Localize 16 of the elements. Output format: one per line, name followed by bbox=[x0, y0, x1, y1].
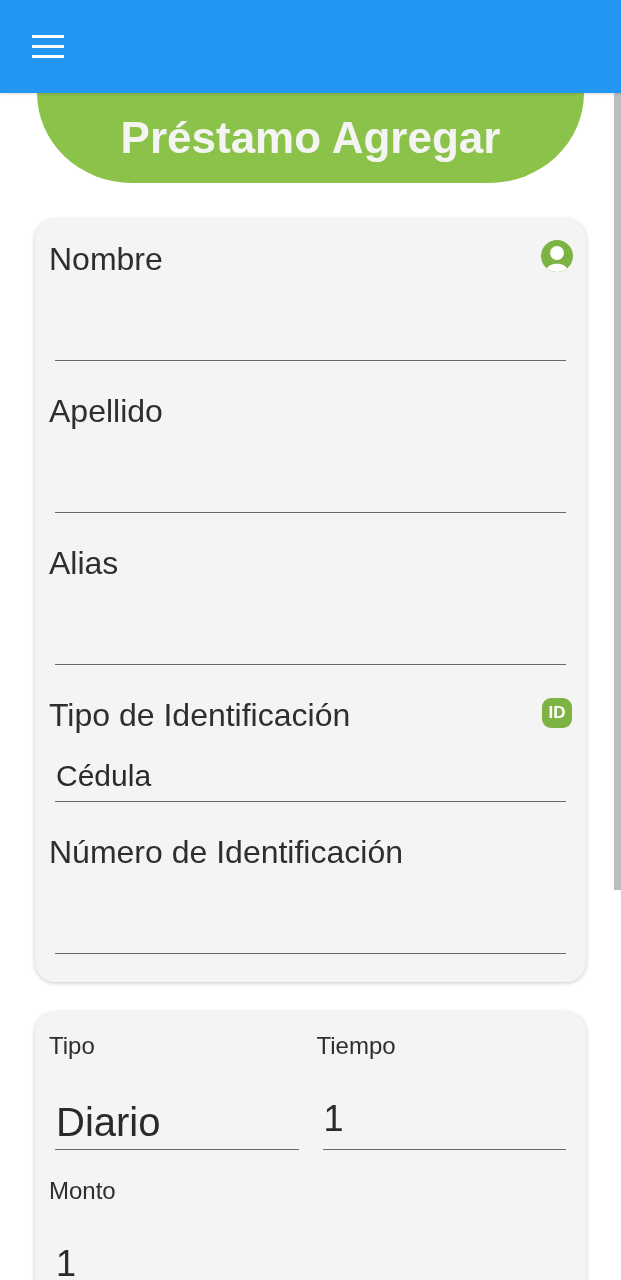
field-label: Monto bbox=[49, 1177, 116, 1205]
page-title: Préstamo Agregar bbox=[120, 112, 501, 164]
field-label: Nombre bbox=[49, 240, 163, 278]
input-field[interactable]: 1 bbox=[55, 1205, 299, 1280]
field-label: Tiempo bbox=[316, 1032, 396, 1060]
field-label: Apellido bbox=[49, 392, 163, 430]
field-label: Número de Identificación bbox=[49, 833, 403, 871]
dropdown-field[interactable]: Diario bbox=[55, 1060, 299, 1150]
dropdown-field[interactable]: Cédula bbox=[55, 734, 566, 802]
menu-icon bbox=[32, 35, 64, 58]
field-label: Tipo bbox=[49, 1032, 95, 1060]
person-icon bbox=[541, 240, 573, 272]
id-badge: ID bbox=[542, 698, 572, 728]
input-field[interactable]: 1 bbox=[322, 1060, 566, 1150]
field-label: Tipo de Identificación bbox=[49, 696, 351, 734]
field-label: Alias bbox=[49, 544, 119, 582]
